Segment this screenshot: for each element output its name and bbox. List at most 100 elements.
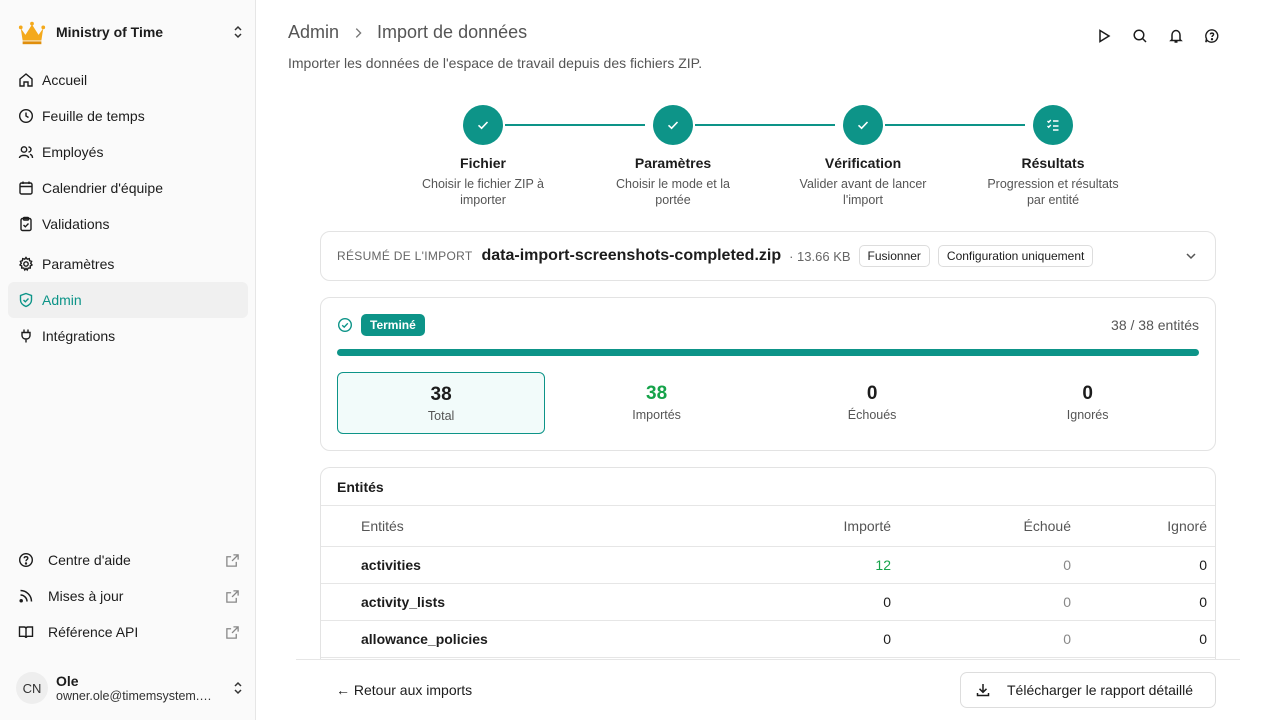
import-summary-card[interactable]: RÉSUMÉ DE L'IMPORT data-import-screensho… [320,231,1216,281]
user-email: owner.ole@timemsystem.com [56,689,212,703]
imported-count: 12 [875,557,891,573]
sidebar-item-accueil[interactable]: Accueil [8,62,248,98]
user-name: Ole [56,673,79,689]
step-description: Choisir le mode et la portée [616,177,730,207]
step-label: Fichier [460,155,506,171]
ignored-count: 0 [1199,594,1207,610]
stat-echoues[interactable]: 0 Échoués [768,372,976,434]
clipboard-check-icon [20,216,32,232]
sidebar-item-integrations[interactable]: Intégrations [8,318,248,354]
sidebar-item-admin[interactable]: Admin [8,282,248,318]
sidebar-item-label: Intégrations [42,328,116,344]
link-centre-aide[interactable]: Centre d'aide [8,542,248,578]
notifications-button[interactable] [1165,25,1187,47]
stat-value: 0 [1082,383,1093,404]
chevron-right-icon [355,27,362,38]
table-row[interactable]: allowance_policies 0 0 0 [321,621,1215,658]
stat-label: Échoués [847,408,897,422]
import-stepper: Fichier Choisir le fichier ZIP à importe… [400,105,1160,215]
help-bubble-icon [1205,29,1219,43]
bell-icon [1169,29,1183,43]
sidebar-item-validations[interactable]: Validations [8,206,248,242]
book-icon [18,626,34,639]
page-subtitle: Importer les données de l'espace de trav… [288,55,703,71]
table-row[interactable]: activity_lists 0 0 0 [321,584,1215,621]
back-to-imports-link[interactable]: ← Retour aux imports [336,682,472,698]
home-icon [19,73,33,87]
sidebar-item-employes[interactable]: Employés [8,134,248,170]
failed-count: 0 [1063,557,1071,573]
play-icon [1099,29,1111,43]
breadcrumb: Admin Import de données [288,22,527,43]
gear-icon [18,256,34,272]
ignored-count: 0 [1199,557,1207,573]
summary-label: RÉSUMÉ DE L'IMPORT [337,249,473,263]
workspace-switcher[interactable]: Ministry of Time [16,16,246,48]
table-row[interactable]: activities 12 0 0 [321,547,1215,584]
column-header[interactable]: Échoué [891,518,1071,534]
column-header[interactable]: Importé [711,518,891,534]
summary-filesize: · 13.66 KB [789,248,851,264]
help-button[interactable] [1201,25,1223,47]
breadcrumb-root[interactable]: Admin [288,22,339,43]
sidebar-nav: Accueil Feuille de temps Employés Calend… [8,62,248,354]
stat-label: Importés [632,408,681,422]
table-header-row: Entités Importé Échoué Ignoré [321,506,1215,547]
user-menu[interactable]: CN Ole owner.ole@timemsystem.com [16,668,246,708]
users-icon [18,146,34,159]
external-link-icon [226,589,239,603]
import-progress-card: Terminé 38 / 38 entités 38 Total 38 Impo… [320,297,1216,451]
status-badge: Terminé [361,314,425,336]
sidebar-item-label: Feuille de temps [42,108,145,124]
sidebar-item-label: Admin [42,292,82,308]
chevron-up-down-icon [234,681,242,695]
column-header[interactable]: Entités [321,518,711,534]
stat-value: 38 [430,384,452,405]
sidebar-item-feuille-de-temps[interactable]: Feuille de temps [8,98,248,134]
entity-name: activity_lists [361,594,446,610]
rss-icon [19,589,33,603]
clock-icon [18,108,34,124]
download-report-button[interactable]: Télécharger le rapport détaillé [960,672,1216,708]
step-description: Choisir le fichier ZIP à importer [421,177,545,207]
step-complete-circle [463,105,503,145]
progress-bar-fill [337,349,1199,356]
link-mises-a-jour[interactable]: Mises à jour [8,578,248,614]
stat-total[interactable]: 38 Total [337,372,546,434]
stat-importes[interactable]: 38 Importés [553,372,761,434]
chevron-down-icon[interactable] [1183,248,1199,264]
column-header[interactable]: Ignoré [1071,518,1207,534]
check-icon [857,121,869,130]
entity-count: 38 / 38 entités [1111,317,1199,333]
sidebar: Ministry of Time Accueil Feuille de temp… [0,0,256,720]
link-label: Référence API [48,624,139,640]
link-label: Centre d'aide [48,552,131,568]
step-complete-circle [653,105,693,145]
external-link-icon [226,625,239,639]
calendar-icon [19,181,33,195]
step-label: Paramètres [634,155,712,171]
avatar: CN [16,672,48,704]
step-complete-circle [843,105,883,145]
stat-label: Total [427,409,455,423]
link-reference-api[interactable]: Référence API [8,614,248,650]
step-resultats[interactable]: Résultats Progression et résultats par e… [968,105,1138,208]
play-button[interactable] [1093,25,1115,47]
step-current-circle [1033,105,1073,145]
step-label: Résultats [1021,155,1085,171]
download-label: Télécharger le rapport détaillé [1007,682,1193,698]
search-button[interactable] [1129,25,1151,47]
sidebar-item-parametres[interactable]: Paramètres [8,246,248,282]
sidebar-item-calendrier[interactable]: Calendrier d'équipe [8,170,248,206]
step-verification[interactable]: Vérification Valider avant de lancer l'i… [778,105,948,208]
entities-table-card: Entités Entités Importé Échoué Ignoré ac… [320,467,1216,667]
stat-value: 0 [866,383,878,404]
step-description: Valider avant de lancer l'import [799,177,927,207]
step-parametres[interactable]: Paramètres Choisir le mode et la portée [588,105,758,208]
progress-bar [337,349,1199,356]
check-circle-icon [337,317,353,333]
progress-header: Terminé 38 / 38 entités [337,314,1199,336]
step-fichier[interactable]: Fichier Choisir le fichier ZIP à importe… [398,105,568,208]
stat-ignores[interactable]: 0 Ignorés [984,372,1192,434]
download-icon [976,684,990,697]
